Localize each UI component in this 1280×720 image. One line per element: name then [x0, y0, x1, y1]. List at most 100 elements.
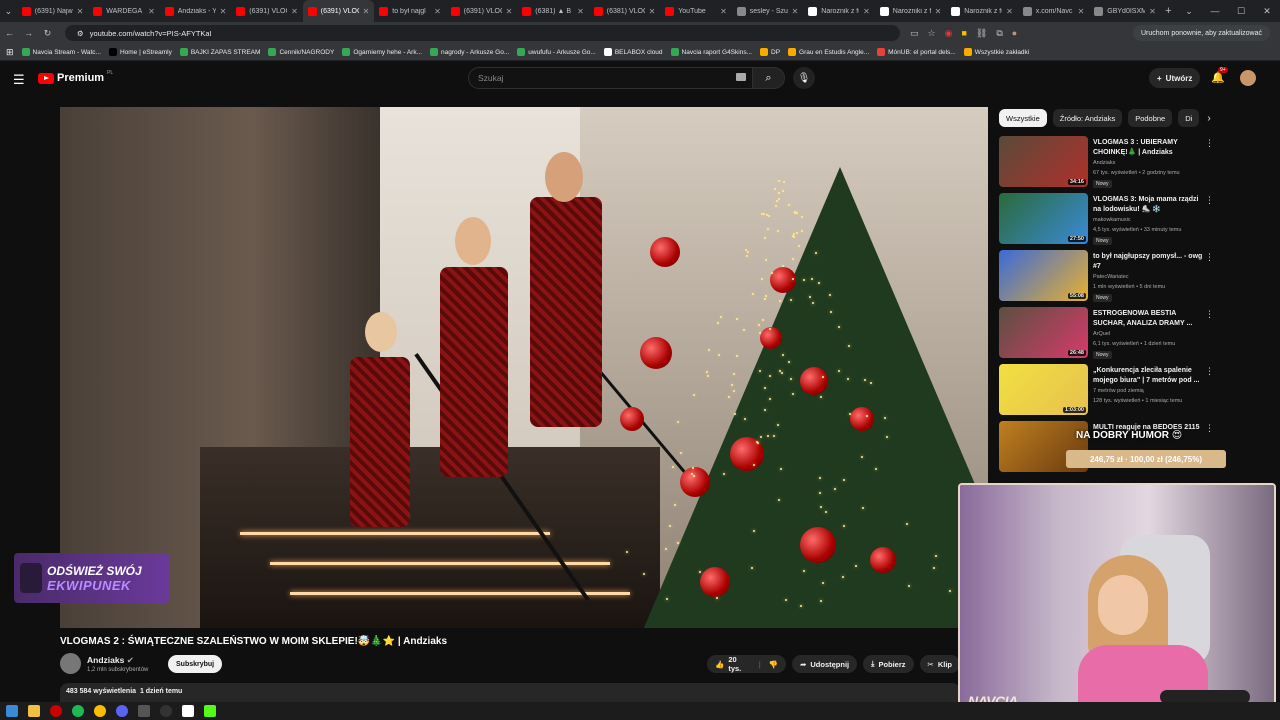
- voice-search-button[interactable]: 🎙: [793, 67, 815, 89]
- related-video-channel[interactable]: 7 metrów pod ziemią: [1093, 388, 1144, 394]
- browser-tab[interactable]: GBYd0ISXM ✕: [1089, 0, 1161, 22]
- browser-tab[interactable]: (6381) VLOG ✕: [589, 0, 661, 22]
- forward-icon[interactable]: →: [19, 28, 38, 38]
- tab-close-icon[interactable]: ✕: [506, 7, 513, 16]
- update-button[interactable]: Uruchom ponownie, aby zaktualizować: [1132, 25, 1270, 41]
- tab-close-icon[interactable]: ✕: [1078, 7, 1085, 16]
- browser-tab[interactable]: (6391) VLOG ✕: [231, 0, 303, 22]
- related-video-title[interactable]: VLOGMAS 3 : UBIERAMY CHOINKĘ!🎄 | Andziak…: [1093, 138, 1205, 158]
- close-window-icon[interactable]: ✕: [1254, 6, 1280, 17]
- more-options-icon[interactable]: ⋮: [1205, 138, 1214, 149]
- browser-tab[interactable]: to był najgl ✕: [374, 0, 446, 22]
- bookmark-item[interactable]: BAJKI ZAPAS STREAM: [179, 48, 260, 56]
- tab-close-icon[interactable]: ✕: [720, 7, 727, 16]
- tab-close-icon[interactable]: ✕: [434, 7, 441, 16]
- bookmark-item[interactable]: Wszystkie zakładki: [963, 48, 1029, 56]
- extension-icon[interactable]: ◉: [945, 28, 953, 39]
- back-icon[interactable]: ←: [0, 28, 19, 38]
- cast-icon[interactable]: ▭: [910, 28, 919, 39]
- filter-chip[interactable]: Podobne: [1128, 109, 1173, 127]
- related-video-item[interactable]: 1:03:00 „Konkurencja zleciła spalenie moj…: [999, 364, 1219, 421]
- extension-icon[interactable]: ■: [961, 28, 966, 38]
- related-video-item[interactable]: 55:08 to był najgłupszy pomysł... - owg #…: [999, 250, 1219, 307]
- bookmark-item[interactable]: BELABOX cloud: [603, 48, 663, 56]
- bookmark-item[interactable]: Cennik/NAGRODY: [268, 48, 334, 56]
- youtube-logo[interactable]: Premium PL: [38, 70, 113, 84]
- tab-close-icon[interactable]: ✕: [935, 7, 942, 16]
- bookmark-item[interactable]: Home | eStreamly: [108, 48, 172, 56]
- browser-tab[interactable]: x.com/Navc ✕: [1018, 0, 1090, 22]
- video-thumbnail[interactable]: 34:16: [999, 136, 1088, 187]
- maximize-icon[interactable]: ☐: [1228, 6, 1254, 17]
- bookmark-item[interactable]: Grau en Estudis Angle...: [788, 48, 869, 56]
- related-video-item[interactable]: 34:16 VLOGMAS 3 : UBIERAMY CHOINKĘ!🎄 | An…: [999, 136, 1219, 193]
- file-explorer-icon[interactable]: [28, 705, 40, 717]
- tab-close-icon[interactable]: ✕: [792, 7, 799, 16]
- more-options-icon[interactable]: ⋮: [1205, 195, 1214, 206]
- channel-name[interactable]: Andziaks ✔: [87, 655, 134, 666]
- browser-tab[interactable]: (6391) VLOG ✕: [446, 0, 518, 22]
- bookmark-item[interactable]: uwufufu - Arkusze Go...: [517, 48, 596, 56]
- related-video-title[interactable]: ESTROGENOWA BESTIA SUCHAR, ANALIZA DRAMY…: [1093, 309, 1205, 329]
- video-thumbnail[interactable]: 27:50: [999, 193, 1088, 244]
- extension-icon[interactable]: ⛓: [976, 28, 987, 39]
- tab-list-icon[interactable]: ⌄: [0, 0, 17, 22]
- browser-tab[interactable]: Andziaks - Y ✕: [160, 0, 232, 22]
- opera-icon[interactable]: [50, 705, 62, 717]
- discord-icon[interactable]: [116, 705, 128, 717]
- video-player[interactable]: [60, 107, 988, 628]
- browser-tab[interactable]: Narożnik z fu ✕: [946, 0, 1018, 22]
- browser-tab[interactable]: (6391) Najwi ✕: [17, 0, 89, 22]
- search-button[interactable]: ⌕: [753, 67, 785, 89]
- related-video-title[interactable]: VLOGMAS 3: Moja mama rządzi na lodowisku…: [1093, 195, 1205, 215]
- more-options-icon[interactable]: ⋮: [1205, 309, 1214, 320]
- related-video-channel[interactable]: PatecWariatec: [1093, 274, 1129, 280]
- subscribe-button[interactable]: Subskrybuj: [168, 655, 223, 673]
- url-field[interactable]: ⚙ youtube.com/watch?v=PIS-AFYTKaI: [65, 25, 900, 41]
- tab-close-icon[interactable]: ✕: [148, 7, 155, 16]
- account-avatar[interactable]: [1240, 70, 1256, 86]
- more-options-icon[interactable]: ⋮: [1205, 252, 1214, 263]
- tab-close-icon[interactable]: ✕: [220, 7, 227, 16]
- app-icon[interactable]: [182, 705, 194, 717]
- more-options-icon[interactable]: ⋮: [1205, 366, 1214, 377]
- keyboard-icon[interactable]: [736, 73, 746, 81]
- obs-icon[interactable]: [160, 705, 172, 717]
- related-video-channel[interactable]: ArQuel: [1093, 331, 1110, 337]
- browser-tab[interactable]: WARDEGA C ✕: [88, 0, 160, 22]
- bookmark-item[interactable]: Navcia raport G4Skins...: [670, 48, 752, 56]
- tab-close-icon[interactable]: ✕: [1006, 7, 1013, 16]
- new-tab-icon[interactable]: +: [1161, 5, 1176, 17]
- video-thumbnail[interactable]: 1:03:00: [999, 364, 1088, 415]
- share-button[interactable]: ➦ Udostępnij: [792, 655, 858, 673]
- related-video-item[interactable]: 26:48 ESTROGENOWA BESTIA SUCHAR, ANALIZA …: [999, 307, 1219, 364]
- tab-close-icon[interactable]: ✕: [649, 7, 656, 16]
- channel-avatar[interactable]: [60, 653, 81, 674]
- browser-tab[interactable]: (6391) VLOG ✕: [302, 0, 375, 22]
- filter-chip[interactable]: Wszystkie: [999, 109, 1047, 127]
- tab-close-icon[interactable]: ✕: [577, 7, 584, 16]
- create-button[interactable]: + Utwórz: [1149, 68, 1201, 88]
- video-thumbnail[interactable]: 55:08: [999, 250, 1088, 301]
- browser-tab[interactable]: YouTube ✕: [660, 0, 732, 22]
- search-input[interactable]: Szukaj: [468, 67, 753, 89]
- profile-icon[interactable]: ●: [1012, 28, 1017, 38]
- apps-icon[interactable]: ⊞: [6, 47, 14, 58]
- like-button[interactable]: 👍 20 tys. | 👎: [707, 655, 787, 673]
- spotify-icon[interactable]: [72, 705, 84, 717]
- tab-close-icon[interactable]: ✕: [363, 7, 370, 16]
- tab-close-icon[interactable]: ✕: [863, 7, 870, 16]
- filter-chip[interactable]: Di: [1178, 109, 1200, 127]
- browser-tab[interactable]: sesley - Szuk ✕: [732, 0, 804, 22]
- chevron-right-icon[interactable]: ›: [1207, 113, 1210, 124]
- windows-start-icon[interactable]: [6, 705, 18, 717]
- bookmark-item[interactable]: nagrody - Arkusze Go...: [429, 48, 509, 56]
- related-video-title[interactable]: „Konkurencja zleciła spalenie mojego biu…: [1093, 366, 1205, 386]
- terminal-icon[interactable]: [138, 705, 150, 717]
- thumbs-down-icon[interactable]: 👎: [769, 660, 778, 669]
- tab-close-icon[interactable]: ✕: [1149, 7, 1156, 16]
- clip-button[interactable]: ✂ Klip: [919, 655, 960, 673]
- bookmark-item[interactable]: Navcia Stream - Watc...: [21, 48, 101, 56]
- chrome-icon[interactable]: [94, 705, 106, 717]
- video-thumbnail[interactable]: 26:48: [999, 307, 1088, 358]
